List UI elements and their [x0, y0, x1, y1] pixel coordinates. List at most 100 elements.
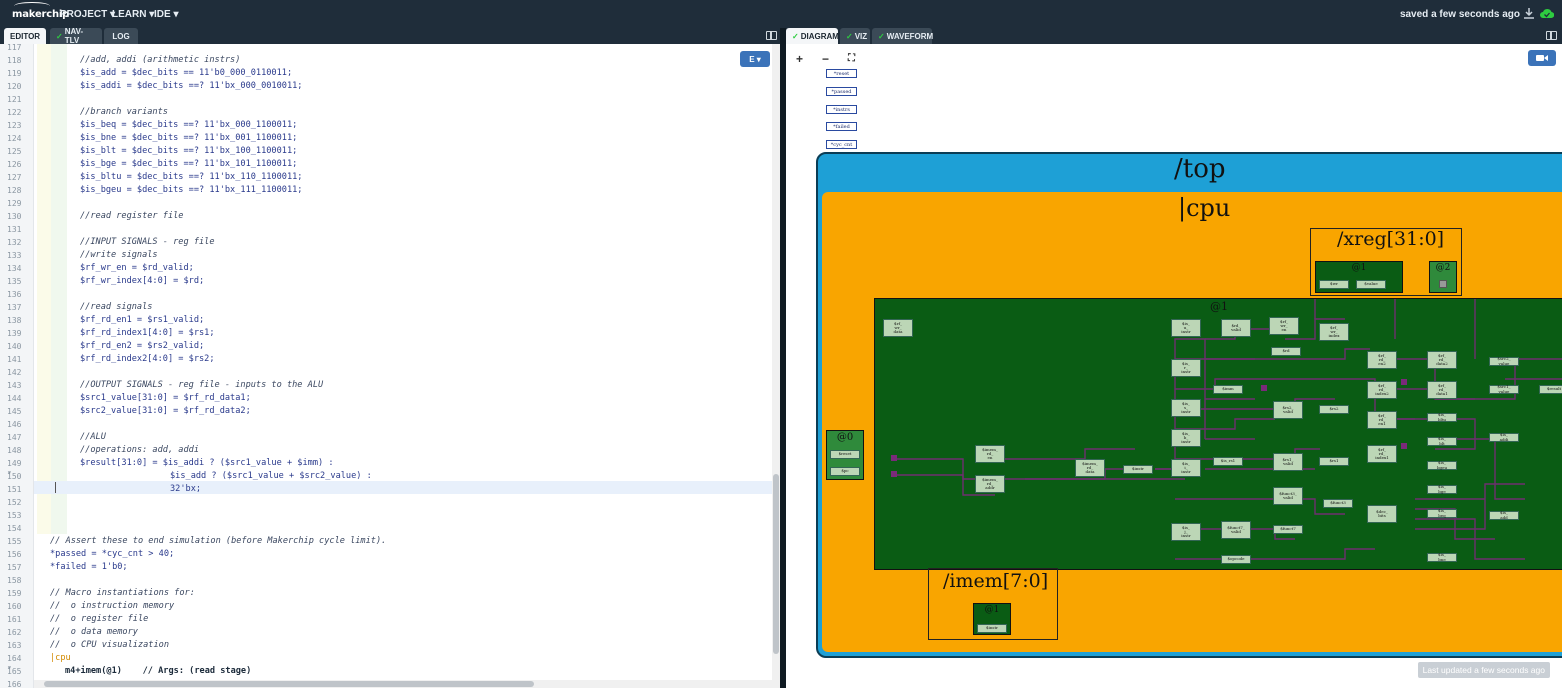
panel-toggle-icon[interactable] [1546, 31, 1557, 40]
node-value[interactable]: $value [1356, 280, 1386, 289]
node-rs1[interactable]: $rs1 [1319, 457, 1349, 466]
zoom-out-button[interactable]: − [822, 52, 829, 66]
line-number: 124 [7, 134, 22, 143]
tab-diagram-label: DIAGRAM [800, 31, 839, 41]
node-src1-value[interactable]: $src1_ value [1489, 385, 1519, 394]
vertical-scrollbar[interactable] [772, 44, 780, 680]
node-is-bgeu[interactable]: $is_ bgeu [1427, 461, 1457, 470]
node-is-addi[interactable]: $is_ addi [1489, 433, 1519, 442]
menu-project[interactable]: PROJECT ▾ [60, 9, 115, 20]
line-number: 145 [7, 407, 22, 416]
tab-editor[interactable]: EDITOR [4, 28, 46, 44]
node-rs2[interactable]: $rs2 [1319, 405, 1349, 414]
node-is-s-instr[interactable]: $is_ s_ instr [1171, 399, 1201, 417]
node-result[interactable]: $result [1539, 385, 1562, 394]
code-editor[interactable]: 117 118 //add, addi (arithmetic instrs) 119… [0, 44, 780, 688]
node-imm[interactable]: $imm [1213, 385, 1243, 394]
line-number: 123 [7, 121, 22, 130]
scrollbar-thumb[interactable] [773, 474, 779, 654]
fit-screen-icon[interactable]: ⛶ [848, 53, 855, 64]
node-reset[interactable]: $reset [830, 450, 860, 459]
zoom-in-button[interactable]: + [796, 52, 803, 66]
panel-toggle-icon[interactable] [766, 31, 777, 40]
line-number: 162 [7, 628, 22, 637]
tab-nav-tlv-label: NAV-TLV [64, 27, 84, 45]
scrollbar-thumb[interactable] [44, 681, 534, 687]
node-rf-wr-en[interactable]: $rf_ wr_ en [1269, 317, 1299, 335]
node-funct7-valid[interactable]: $funct7_ valid [1221, 521, 1251, 539]
tab-waveform[interactable]: ✓ WAVEFORM [872, 28, 933, 44]
tab-viz[interactable]: ✓ VIZ [840, 28, 870, 44]
node-imem-rd-data[interactable]: $imem_ rd_ data [1075, 459, 1105, 477]
node-imem-instr[interactable]: $instr [977, 624, 1007, 633]
node-wr[interactable]: $wr [1319, 280, 1349, 289]
line-number: 157 [7, 563, 22, 572]
diagram-panel[interactable]: + − ⛶ *reset *passed *instrs *failed *cy… [786, 44, 1562, 688]
signal-reset[interactable]: *reset [826, 69, 857, 78]
node-is-bne[interactable]: $is_ bne [1427, 553, 1457, 562]
scope-xreg-label: /xreg[31:0] [1337, 228, 1445, 250]
flop-icon [1439, 280, 1447, 288]
code-line: //OUTPUT SIGNALS - reg file - inputs to … [80, 380, 324, 390]
node-rd[interactable]: $rd [1271, 347, 1301, 356]
tab-log[interactable]: LOG [104, 28, 138, 44]
node-is-b-instr[interactable]: $is_ b_ instr [1171, 429, 1201, 447]
node-instr[interactable]: $instr [1123, 465, 1153, 474]
code-line: $is_bge = $dec_bits ==? 11'bx_101_110001… [80, 159, 298, 169]
node-funct3[interactable]: $funct3 [1323, 499, 1353, 508]
node-imem-rd-en[interactable]: $imem_ rd_ en [975, 445, 1005, 463]
code-line: $rf_rd_en1 = $rs1_valid; [80, 315, 205, 325]
tab-nav-tlv[interactable]: ✓ NAV-TLV [50, 27, 102, 45]
node-rf-rd-en1[interactable]: $rf_ rd_ en1 [1367, 411, 1397, 429]
scope-imem: /imem[7:0] @1 $instr [928, 568, 1058, 640]
node-is-add[interactable]: $is_ add [1489, 511, 1519, 520]
code-line: $is_bltu = $dec_bits ==? 11'bx_110_11000… [80, 172, 303, 182]
node-rf-rd-index1[interactable]: $rf_ rd_ index1 [1367, 445, 1397, 463]
node-is-rs1[interactable]: $is_rs1 [1213, 457, 1243, 466]
node-pc[interactable]: $pc [830, 467, 860, 476]
code-line: //branch variants [80, 107, 168, 117]
node-is-bltu[interactable]: $is_ bltu [1427, 413, 1457, 422]
signal-passed[interactable]: *passed [826, 87, 857, 96]
node-is-r-instr[interactable]: $is_ r_ instr [1171, 359, 1201, 377]
node-funct7[interactable]: $funct7 [1273, 525, 1303, 534]
node-rd-valid[interactable]: $rd_ valid [1221, 319, 1251, 337]
node-rs2-valid[interactable]: $rs2_ valid [1273, 401, 1303, 419]
node-is-blt[interactable]: $is_ blt [1427, 437, 1457, 446]
node-is-i-instr[interactable]: $is_ i_ instr [1171, 459, 1201, 477]
line-number: 122 [7, 108, 22, 117]
node-dec-bits[interactable]: $dec_ bits [1367, 505, 1397, 523]
node-rf-rd-en2[interactable]: $rf_ rd_ en2 [1367, 351, 1397, 369]
node-src2-value[interactable]: $src2_ value [1489, 357, 1519, 366]
signal-cyc-cnt[interactable]: *cyc_cnt [826, 140, 857, 149]
node-opcode[interactable]: $opcode [1221, 555, 1251, 564]
code-line: |cpu [50, 653, 71, 663]
node-rf-rd-data2[interactable]: $rf_ rd_ data2 [1427, 351, 1457, 369]
node-is-j-instr[interactable]: $is_ j_ instr [1171, 523, 1201, 541]
editor-mode-button[interactable]: E ▾ [740, 51, 770, 67]
menu-ide[interactable]: IDE ▾ [154, 9, 178, 20]
horizontal-scrollbar[interactable] [34, 680, 780, 688]
camera-icon[interactable] [1528, 50, 1556, 66]
cloud-check-icon[interactable] [1540, 7, 1554, 19]
code-line: //ALU [80, 432, 106, 442]
node-funct3-valid[interactable]: $funct3_ valid [1273, 487, 1303, 505]
node-rf-wr-data[interactable]: $rf_ wr_ data [883, 319, 913, 337]
scope-cpu: |cpu /xreg[31:0] @1 $wr $value @2 @1 $rf… [822, 192, 1562, 652]
signal-failed[interactable]: *failed [826, 122, 857, 131]
node-is-beq[interactable]: $is_ beq [1427, 509, 1457, 518]
menu-learn[interactable]: LEARN ▾ [112, 9, 154, 20]
node-rs1-valid[interactable]: $rs1_ valid [1273, 453, 1303, 471]
node-rf-wr-index[interactable]: $rf_ wr_ index [1319, 323, 1349, 341]
download-icon[interactable] [1524, 8, 1534, 19]
node-is-bge[interactable]: $is_ bge [1427, 485, 1457, 494]
node-imem-rd-addr[interactable]: $imem_ rd_ addr [975, 475, 1005, 493]
signal-instrs[interactable]: *instrs [826, 105, 857, 114]
node-rf-rd-index2[interactable]: $rf_ rd_ index2 [1367, 381, 1397, 399]
node-is-u-instr[interactable]: $is_ u_ instr [1171, 319, 1201, 337]
node-rf-rd-data1[interactable]: $rf_ rd_ data1 [1427, 381, 1457, 399]
line-number: 166 [7, 680, 22, 688]
diagram-tab-bar: ✓ DIAGRAM ✓ VIZ ✓ WAVEFORM [786, 28, 1562, 44]
tab-diagram[interactable]: ✓ DIAGRAM [786, 28, 839, 44]
code-line: //add, addi (arithmetic instrs) [80, 55, 241, 65]
